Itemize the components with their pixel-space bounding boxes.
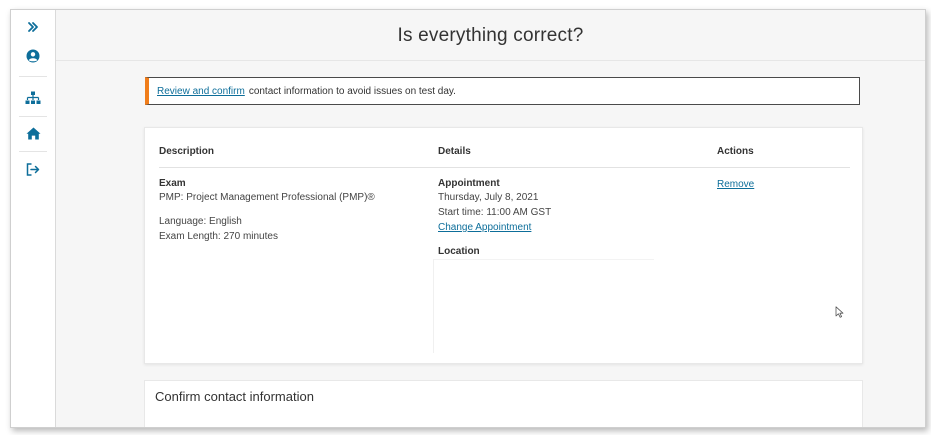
user-circle-icon [26, 49, 40, 63]
page-title: Is everything correct? [397, 25, 584, 46]
sign-out-icon [26, 162, 40, 176]
sidebar [11, 10, 56, 427]
exam-label: Exam [159, 178, 186, 189]
app-window: Is everything correct? Review and confir… [10, 9, 926, 428]
main-content: Is everything correct? Review and confir… [56, 10, 925, 427]
actions-column-header: Actions [717, 146, 754, 157]
double-chevron-right-icon [28, 22, 38, 32]
sidebar-divider [19, 76, 47, 77]
sign-out-button[interactable] [11, 158, 55, 180]
change-appointment-link[interactable]: Change Appointment [438, 222, 531, 233]
sitemap-button[interactable] [11, 87, 55, 109]
home-icon [26, 127, 40, 139]
appointment-date: Thursday, July 8, 2021 [438, 192, 539, 203]
profile-button[interactable] [11, 45, 55, 67]
mouse-cursor-icon [835, 306, 844, 318]
exam-details-card: Description Details Actions Exam PMP: Pr… [144, 127, 863, 364]
expand-sidebar-button[interactable] [11, 16, 55, 38]
contact-information-card: Confirm contact information [144, 380, 863, 427]
exam-language: Language: English [159, 216, 242, 227]
exam-length: Exam Length: 270 minutes [159, 231, 278, 242]
description-column-header: Description [159, 146, 215, 157]
alert-message: contact information to avoid issues on t… [248, 85, 456, 97]
exam-name: PMP: Project Management Professional (PM… [159, 192, 375, 203]
header-divider [159, 167, 850, 168]
location-label: Location [438, 246, 480, 257]
remove-link[interactable]: Remove [717, 179, 754, 190]
review-and-confirm-link[interactable]: Review and confirm [157, 86, 245, 97]
appointment-start-time: Start time: 11:00 AM GST [438, 207, 552, 218]
sitemap-icon [25, 91, 41, 104]
details-column-header: Details [438, 146, 471, 157]
page-header: Is everything correct? [56, 10, 925, 61]
location-map[interactable] [433, 259, 654, 353]
contact-section-title: Confirm contact information [155, 389, 314, 404]
confirm-alert-banner: Review and confirm contact information t… [145, 77, 860, 105]
home-button[interactable] [11, 122, 55, 144]
sidebar-divider [19, 151, 47, 152]
appointment-label: Appointment [438, 178, 500, 189]
sidebar-divider [19, 116, 47, 117]
